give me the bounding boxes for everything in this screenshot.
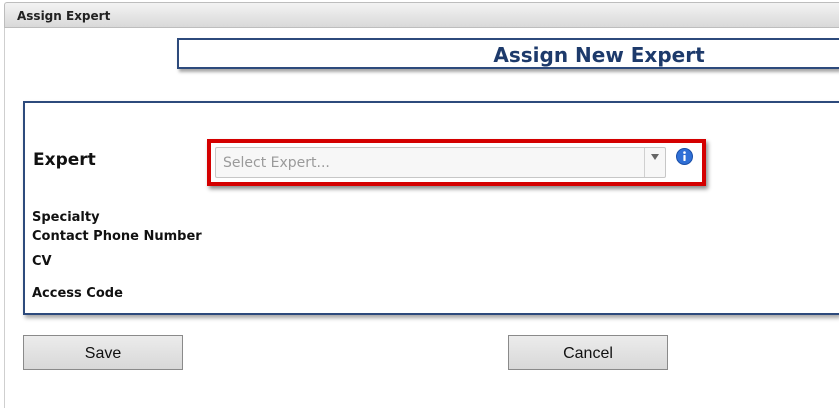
chevron-down-icon[interactable] (644, 148, 665, 177)
cancel-button[interactable]: Cancel (508, 335, 668, 370)
expert-label: Expert (33, 150, 96, 170)
page-title: Assign New Expert (493, 43, 705, 67)
info-icon[interactable] (676, 148, 693, 165)
cv-label: CV (32, 254, 52, 269)
expert-select-placeholder: Select Expert... (223, 155, 330, 171)
window-left-border (4, 28, 5, 408)
window-title: Assign Expert (17, 9, 111, 23)
form-panel (23, 101, 839, 315)
save-button[interactable]: Save (23, 335, 183, 370)
page-heading-box: Assign New Expert (177, 38, 839, 69)
window-titlebar: Assign Expert (4, 2, 839, 28)
specialty-label: Specialty (32, 210, 100, 225)
access-code-label: Access Code (32, 286, 123, 301)
expert-select[interactable]: Select Expert... (215, 147, 666, 178)
contact-phone-label: Contact Phone Number (32, 229, 202, 244)
